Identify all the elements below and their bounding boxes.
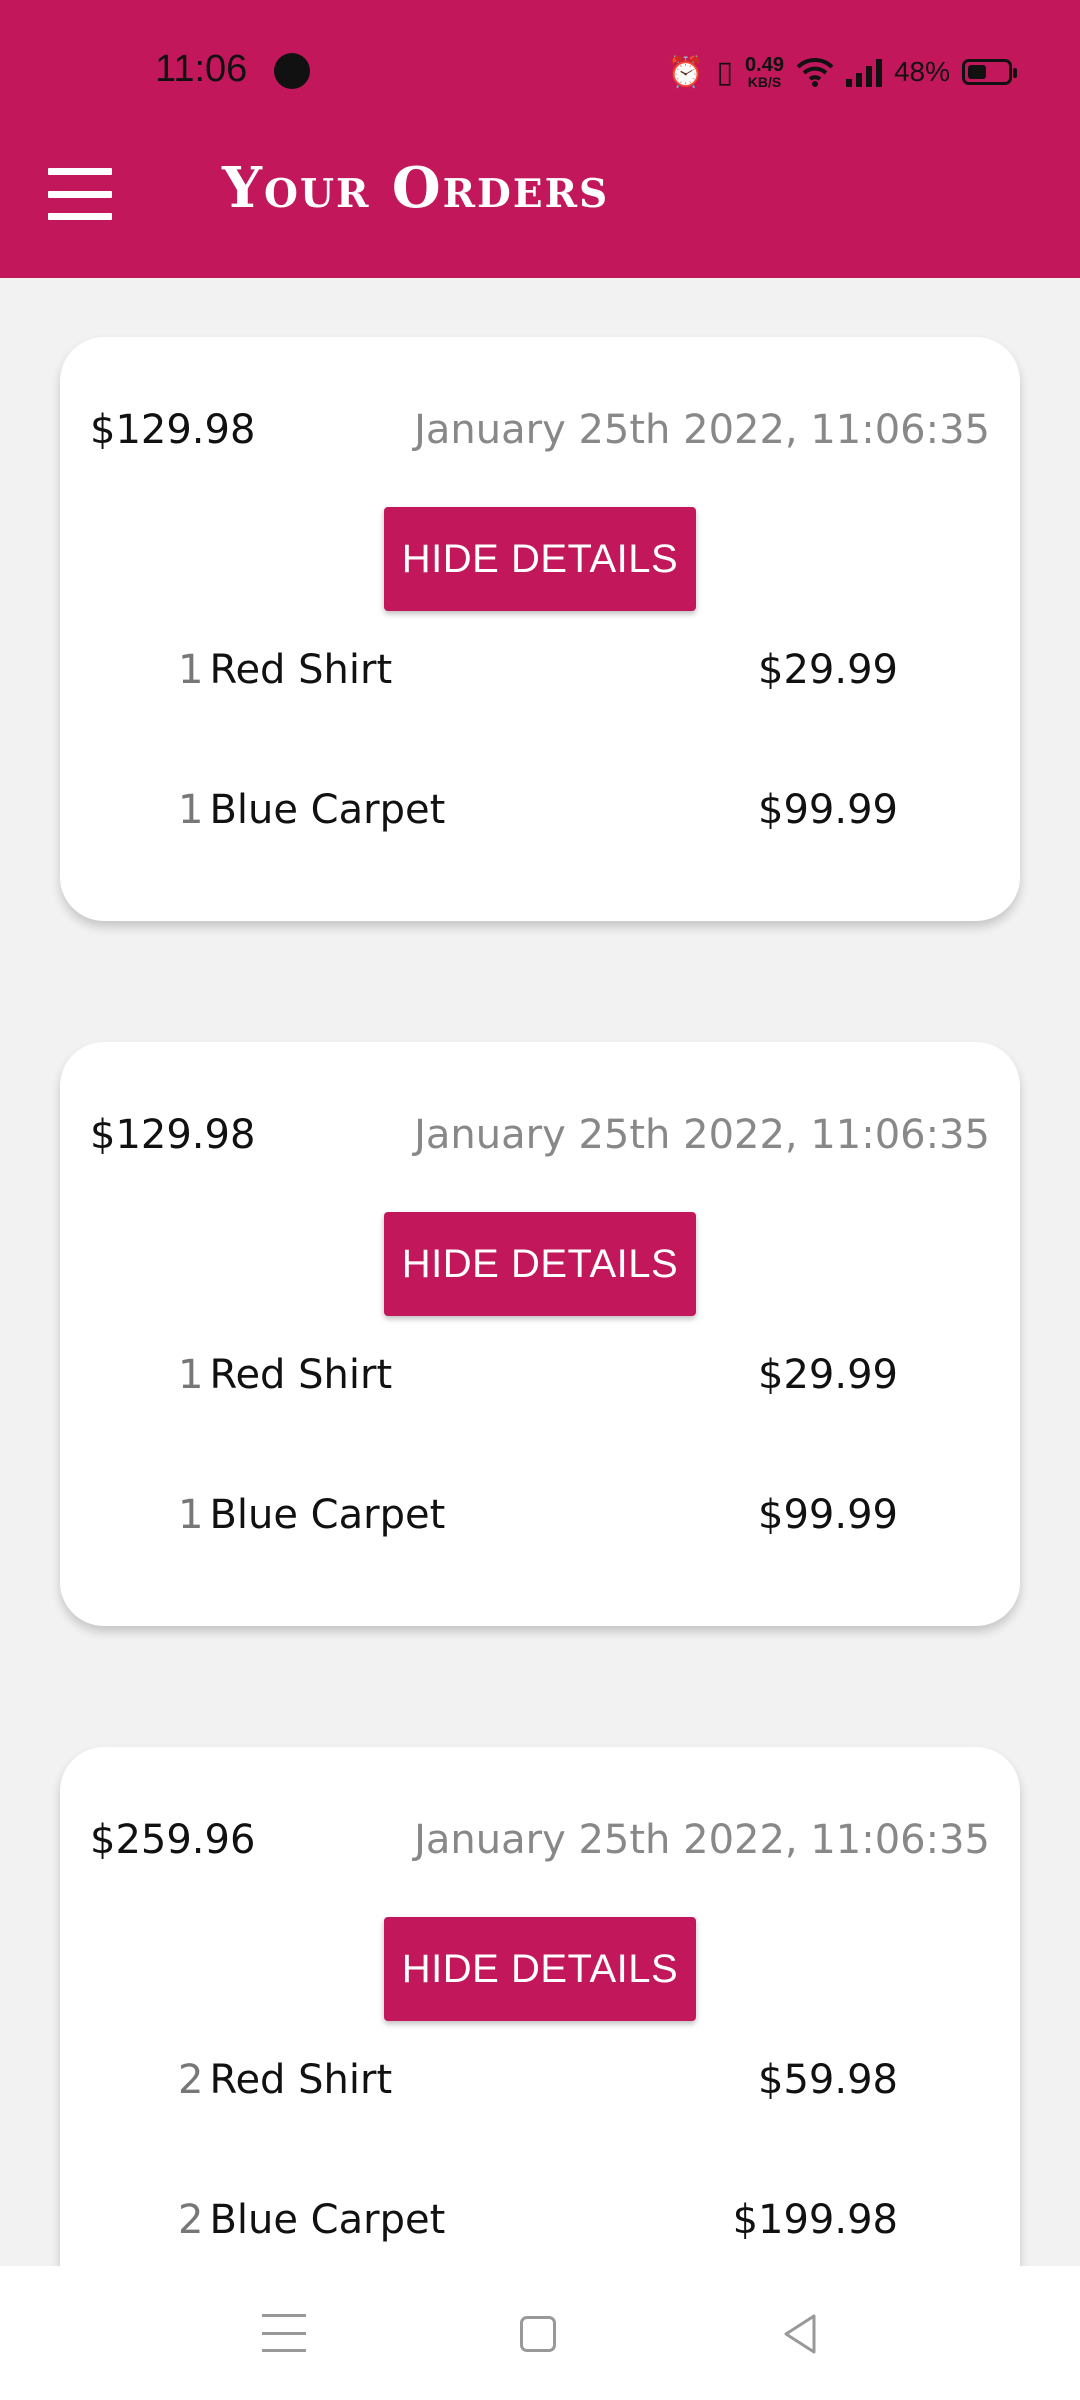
item-price: $199.98	[732, 2197, 898, 2243]
item-title: Blue Carpet	[209, 787, 446, 833]
item-quantity: 1	[178, 1492, 204, 1538]
order-total: $259.96	[90, 1817, 256, 1863]
back-icon[interactable]	[780, 2312, 820, 2356]
battery-icon	[962, 59, 1017, 85]
order-item: 1 Red Shirt $29.99	[178, 1352, 958, 1412]
item-title: Blue Carpet	[209, 2197, 446, 2243]
order-item: 1 Blue Carpet $99.99	[178, 1492, 958, 1552]
wifi-icon	[796, 57, 834, 87]
order-card: $129.98 January 25th 2022, 11:06:35 HIDE…	[60, 1042, 1020, 1626]
hide-details-button[interactable]: HIDE DETAILS	[384, 1212, 696, 1316]
signal-icon	[845, 57, 882, 87]
status-time: 11:06	[155, 48, 248, 90]
order-date: January 25th 2022, 11:06:35	[414, 1112, 990, 1158]
item-price: $99.99	[758, 787, 898, 833]
network-speed-value: 0.49	[745, 54, 784, 76]
page-title: Your Orders	[222, 155, 610, 221]
item-quantity: 1	[178, 647, 204, 693]
order-date: January 25th 2022, 11:06:35	[414, 1817, 990, 1863]
order-total: $129.98	[90, 1112, 256, 1158]
item-title: Red Shirt	[209, 647, 393, 693]
order-item: 1 Red Shirt $29.99	[178, 647, 958, 707]
app-header: 11:06 ⏰ ▯ 0.49 KB/S 48% Your Orders	[0, 0, 1080, 278]
item-price: $29.99	[758, 647, 898, 693]
item-quantity: 2	[178, 2057, 204, 2103]
item-title: Blue Carpet	[209, 1492, 446, 1538]
hide-details-button[interactable]: HIDE DETAILS	[384, 507, 696, 611]
order-item: 2 Blue Carpet $199.98	[178, 2197, 958, 2257]
item-quantity: 1	[178, 787, 204, 833]
app-notification-icon	[274, 53, 310, 89]
item-title: Red Shirt	[209, 1352, 393, 1398]
network-speed-unit: KB/S	[747, 74, 782, 90]
network-speed: 0.49 KB/S	[745, 55, 784, 89]
alarm-icon: ⏰	[667, 54, 705, 90]
system-navigation-bar	[0, 2266, 1080, 2400]
item-price: $59.98	[758, 2057, 898, 2103]
item-title: Red Shirt	[209, 2057, 393, 2103]
item-quantity: 2	[178, 2197, 204, 2243]
status-bar: 11:06 ⏰ ▯ 0.49 KB/S 48%	[0, 0, 1080, 140]
order-item: 1 Blue Carpet $99.99	[178, 787, 958, 847]
order-date: January 25th 2022, 11:06:35	[414, 407, 990, 453]
status-icons: ⏰ ▯ 0.49 KB/S 48%	[667, 48, 1017, 96]
vibrate-icon: ▯	[716, 54, 734, 90]
item-quantity: 1	[178, 1352, 204, 1398]
battery-percentage: 48%	[893, 56, 950, 87]
item-price: $99.99	[758, 1492, 898, 1538]
recent-apps-icon[interactable]	[262, 2314, 306, 2352]
order-card: $129.98 January 25th 2022, 11:06:35 HIDE…	[60, 337, 1020, 921]
menu-icon[interactable]	[48, 168, 112, 220]
hide-details-button[interactable]: HIDE DETAILS	[384, 1917, 696, 2021]
order-card: $259.96 January 25th 2022, 11:06:35 HIDE…	[60, 1747, 1020, 2331]
home-icon[interactable]	[520, 2316, 556, 2352]
item-price: $29.99	[758, 1352, 898, 1398]
order-total: $129.98	[90, 407, 256, 453]
order-item: 2 Red Shirt $59.98	[178, 2057, 958, 2117]
